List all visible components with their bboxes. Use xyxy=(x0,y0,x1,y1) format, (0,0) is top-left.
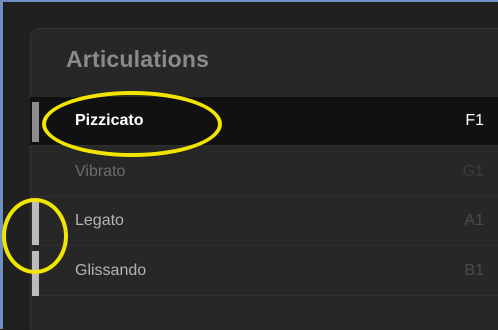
row-divider xyxy=(30,245,498,246)
articulation-key: G1 xyxy=(462,163,484,180)
panel-title: Articulations xyxy=(66,46,210,72)
articulation-key: F1 xyxy=(465,112,484,129)
articulation-row-legato[interactable]: Legato A1 xyxy=(30,197,498,245)
highlight-circle-pizzicato xyxy=(42,91,222,157)
articulation-label: Vibrato xyxy=(75,163,126,180)
articulation-label: Glissando xyxy=(75,262,147,279)
articulation-key: A1 xyxy=(464,212,484,229)
articulation-key: B1 xyxy=(464,262,484,279)
row-divider xyxy=(30,295,498,296)
highlight-circle-range-bars xyxy=(2,198,68,274)
articulation-row-glissando[interactable]: Glissando B1 xyxy=(30,247,498,295)
key-range-bar-pizzicato xyxy=(32,102,39,142)
articulation-row-vibrato[interactable]: Vibrato G1 xyxy=(30,148,498,196)
articulation-label: Legato xyxy=(75,212,124,229)
